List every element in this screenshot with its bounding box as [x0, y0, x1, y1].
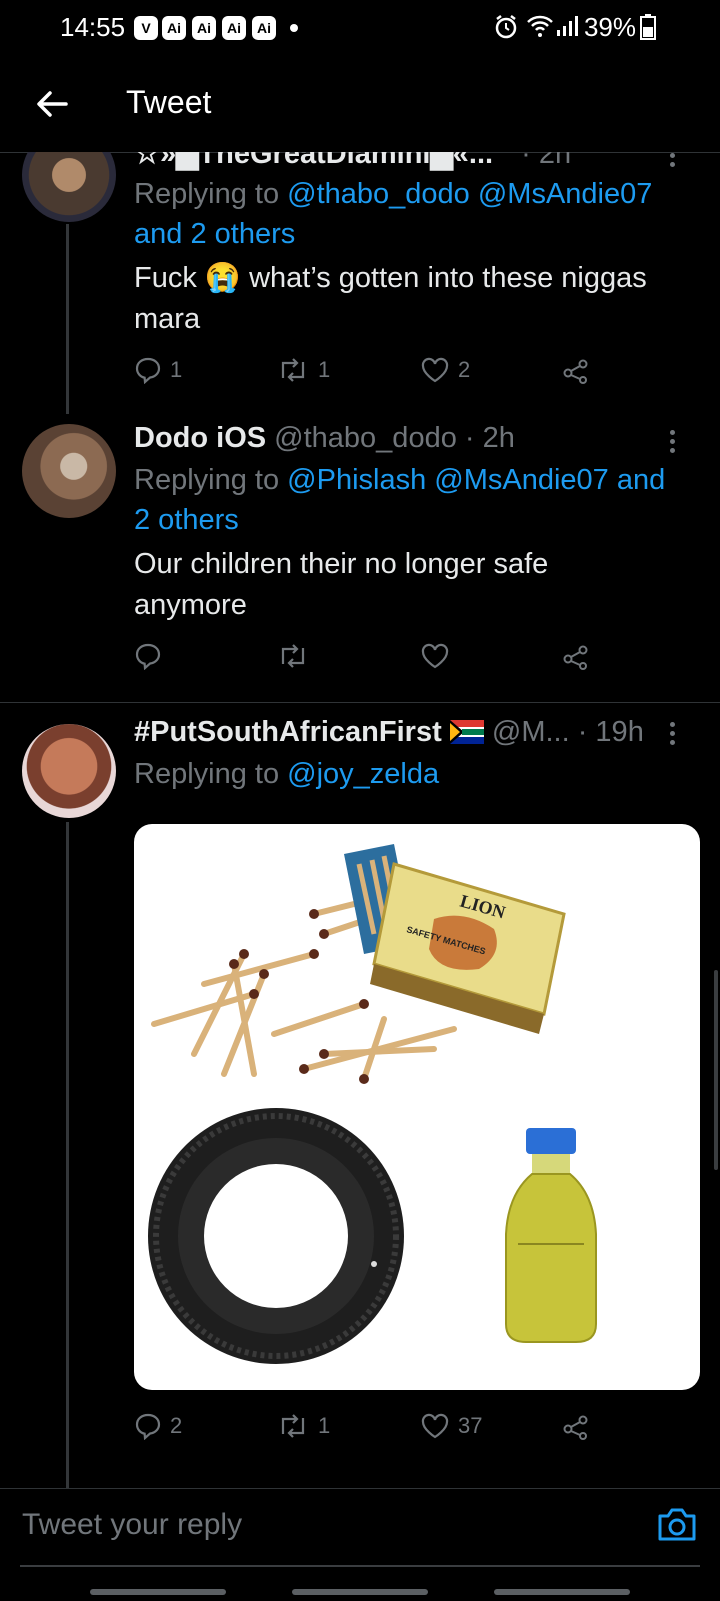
- heart-icon: [421, 357, 449, 383]
- tweet-time: · 2h: [521, 152, 572, 170]
- app-header: Tweet: [0, 56, 720, 153]
- avatar[interactable]: [22, 424, 116, 518]
- system-nav-bar: [494, 1589, 630, 1595]
- retweet-count: 1: [318, 1413, 331, 1438]
- reply-icon: [135, 643, 161, 670]
- reply-input[interactable]: [20, 1507, 604, 1543]
- replying-to: Replying to @joy_zelda: [134, 758, 440, 790]
- reply-count: 1: [170, 357, 183, 382]
- handle: @thabo_dodo: [274, 422, 457, 454]
- tweet-item[interactable]: ☆»▆TheGreatDlamini▆«... · 2h Replying to…: [0, 152, 720, 422]
- others-link[interactable]: 2 others: [134, 504, 239, 536]
- reply-count: 2: [170, 1413, 183, 1438]
- notification-icon: Ai: [162, 16, 186, 40]
- retweet-icon: [281, 358, 305, 382]
- tweet-header: ☆»▆TheGreatDlamini▆«... · 2h: [134, 152, 571, 171]
- tweet-item[interactable]: Dodo iOS @thabo_dodo · 2h Replying to @P…: [0, 422, 720, 702]
- tweet-actions: [134, 636, 694, 676]
- notification-icon: Ai: [252, 16, 276, 40]
- share-button[interactable]: [562, 350, 592, 390]
- mention-link[interactable]: @Phislash @MsAndie07 and: [287, 464, 665, 496]
- handle: @M...: [491, 716, 570, 748]
- like-button[interactable]: 37: [420, 1406, 482, 1446]
- thread-line: [66, 822, 69, 1488]
- retweet-count: 1: [318, 357, 331, 382]
- mention-link[interactable]: @thabo_dodo @MsAndie07: [287, 178, 652, 210]
- heart-icon: [421, 643, 449, 669]
- avatar[interactable]: [22, 724, 116, 818]
- divider: [0, 702, 720, 703]
- scrollbar[interactable]: [714, 970, 718, 1170]
- tweet-text: Fuck 😭 what’s gotten into these niggas m…: [134, 262, 647, 335]
- battery-percent: 39%: [583, 12, 636, 42]
- tweet-text: Our children their no longer safe anymor…: [134, 548, 549, 621]
- composer-underline: [20, 1565, 700, 1567]
- tweet-header: Dodo iOS @thabo_dodo · 2h: [134, 422, 515, 455]
- like-count: 37: [458, 1413, 483, 1438]
- back-arrow-icon[interactable]: [32, 84, 72, 124]
- like-button[interactable]: [420, 636, 458, 676]
- battery-icon: [640, 14, 656, 40]
- reply-composer: [0, 1488, 720, 1601]
- heart-icon: [421, 1413, 449, 1439]
- signal-icon: [557, 16, 578, 36]
- more-options-icon[interactable]: [662, 718, 682, 748]
- tweet-actions: 1 1 2: [134, 350, 694, 390]
- south-africa-flag-icon: [449, 720, 484, 744]
- more-options-icon[interactable]: [662, 152, 682, 170]
- reply-button[interactable]: 2: [134, 1406, 182, 1446]
- notification-icon: V: [134, 16, 158, 40]
- system-nav-bar: [90, 1589, 226, 1595]
- reply-button[interactable]: 1: [134, 350, 182, 390]
- retweet-button[interactable]: 1: [276, 350, 330, 390]
- tweet-actions: 2 1 37: [134, 1406, 694, 1446]
- share-icon: [563, 1415, 588, 1440]
- display-name[interactable]: ☆»▆TheGreatDlamini▆«...: [134, 152, 493, 170]
- tweet-time: · 19h: [577, 716, 644, 748]
- reply-icon: [135, 1413, 161, 1440]
- alarm-icon: [495, 15, 517, 39]
- status-time: 14:55: [60, 12, 126, 42]
- system-nav-bar: [292, 1589, 428, 1595]
- like-count: 2: [458, 357, 471, 382]
- display-name[interactable]: Dodo iOS: [134, 422, 266, 454]
- avatar[interactable]: [22, 152, 116, 222]
- notification-icon: Ai: [192, 16, 216, 40]
- status-bar: 14:55 V Ai Ai Ai Ai 39%: [0, 0, 720, 56]
- mention-link[interactable]: @joy_zelda: [287, 758, 439, 790]
- share-icon: [563, 359, 588, 384]
- replying-to: Replying to @Phislash @MsAndie07 and 2 o…: [134, 464, 666, 536]
- notification-icon: Ai: [222, 16, 246, 40]
- tweet-media-image[interactable]: LION SAFETY MATCHES: [134, 824, 700, 1390]
- reply-icon: [135, 357, 161, 384]
- tweet-header: #PutSouthAfricanFirst @M... · 19h: [134, 716, 644, 749]
- share-button[interactable]: [562, 1406, 592, 1446]
- more-notifications-dot: [290, 24, 298, 32]
- retweet-icon: [281, 1414, 305, 1438]
- replying-to: Replying to @thabo_dodo @MsAndie07 and 2…: [134, 178, 653, 250]
- tweet-time: · 2h: [464, 422, 515, 454]
- retweet-icon: [281, 644, 305, 668]
- page-title: Tweet: [126, 84, 212, 120]
- retweet-button[interactable]: 1: [276, 1406, 330, 1446]
- display-name[interactable]: #PutSouthAfricanFirst: [134, 716, 442, 748]
- more-options-icon[interactable]: [662, 426, 682, 456]
- share-icon: [563, 645, 588, 670]
- reply-button[interactable]: [134, 636, 170, 676]
- share-button[interactable]: [562, 636, 592, 676]
- wifi-icon: [527, 15, 553, 37]
- others-link[interactable]: and 2 others: [134, 218, 295, 250]
- like-button[interactable]: 2: [420, 350, 470, 390]
- retweet-button[interactable]: [276, 636, 318, 676]
- matches-tyre-oil-illustration: LION SAFETY MATCHES: [148, 844, 597, 1364]
- thread-line: [66, 224, 69, 414]
- camera-icon[interactable]: [656, 1503, 698, 1545]
